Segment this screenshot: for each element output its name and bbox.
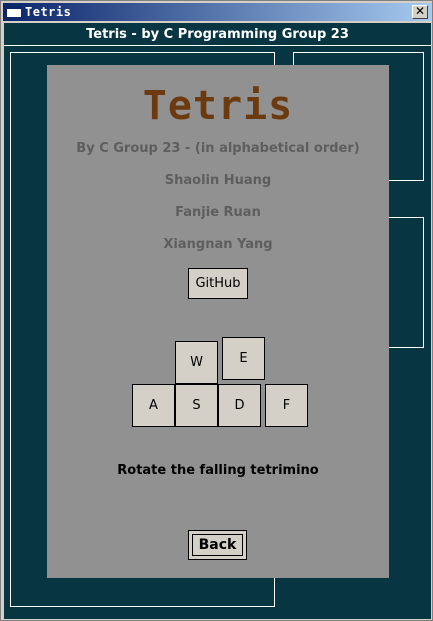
key-d[interactable]: D [218,384,261,427]
client-area: Tetris - by C Programming Group 23 Tetri… [4,23,431,619]
github-button[interactable]: GitHub [188,268,248,299]
key-f[interactable]: F [265,384,308,427]
key-description: Rotate the falling tetrimino [117,463,319,478]
window-title: Tetris [25,5,72,19]
about-dialog: Tetris By C Group 23 - (in alphabetical … [47,65,389,578]
window-icon [7,6,21,17]
header-title: Tetris - by C Programming Group 23 [86,27,349,42]
key-w[interactable]: W [175,341,218,384]
header-divider [4,45,431,46]
author-name: Shaolin Huang [164,173,272,188]
credits-subtitle: By C Group 23 - (in alphabetical order) [76,141,360,156]
app-window: Tetris ✕ Tetris - by C Programming Group… [0,0,433,621]
author-name: Fanjie Ruan [175,205,261,220]
key-s[interactable]: S [175,384,218,427]
key-a[interactable]: A [132,384,175,427]
close-button[interactable]: ✕ [412,5,428,19]
key-e[interactable]: E [222,337,265,380]
back-button[interactable]: Back [188,530,247,560]
back-button-label: Back [192,534,243,556]
author-name: Xiangnan Yang [163,237,273,252]
app-title: Tetris [142,83,294,129]
title-bar[interactable]: Tetris ✕ [3,3,432,21]
